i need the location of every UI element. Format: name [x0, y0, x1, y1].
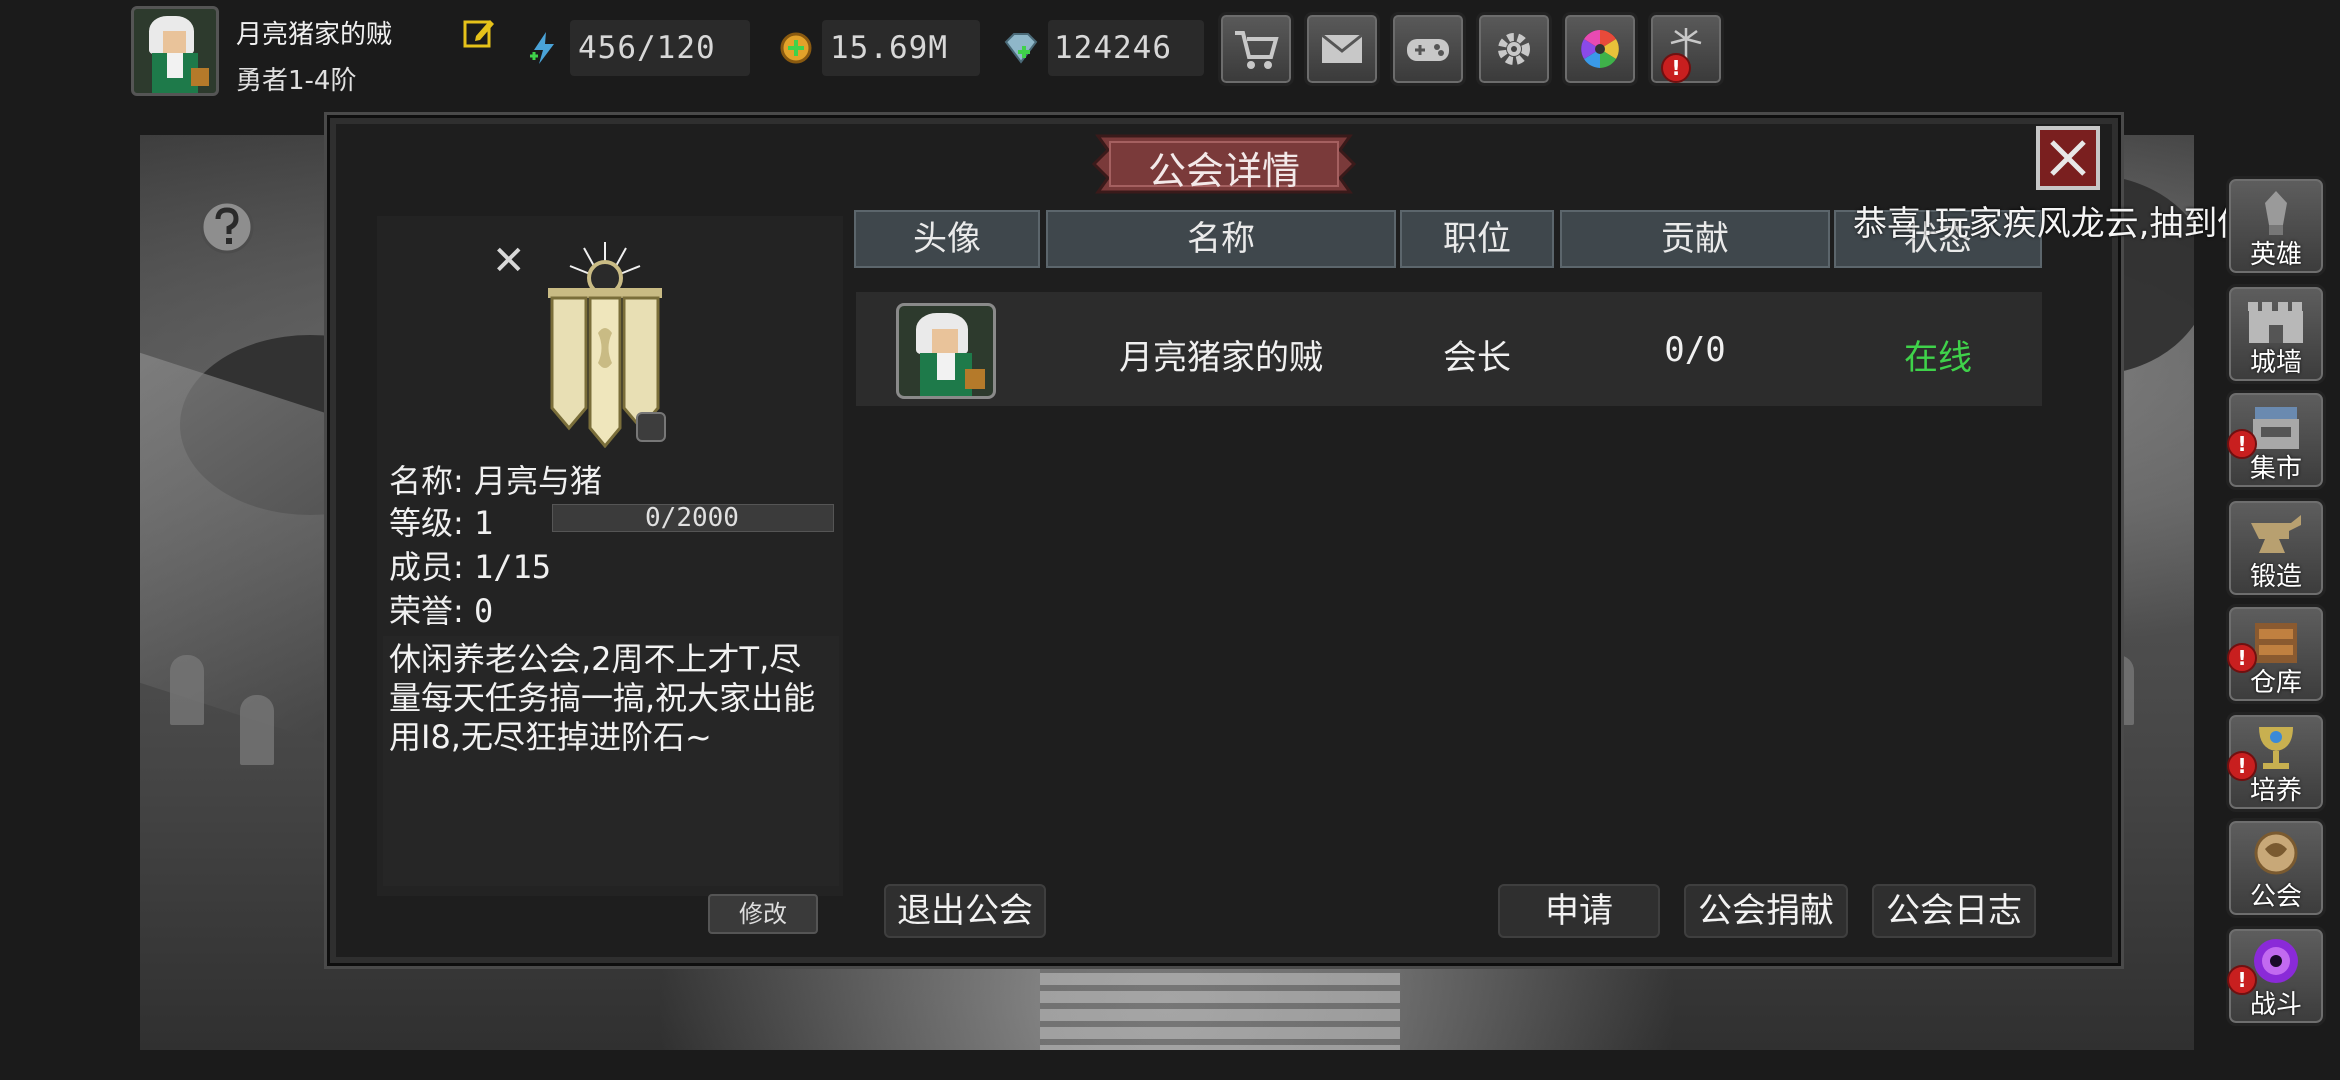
- dialog-title: 公会详情: [1147, 149, 1300, 193]
- color-wheel-button[interactable]: [1562, 12, 1638, 86]
- gem-icon[interactable]: [1002, 30, 1038, 66]
- guild-level-label: 等级:: [389, 504, 464, 542]
- guild-level: 1: [473, 504, 494, 542]
- guild-name: 月亮与猪: [473, 462, 602, 500]
- energy-icon: [530, 32, 554, 64]
- edit-icon[interactable]: [462, 16, 496, 50]
- guild-members: 1/15: [473, 548, 552, 586]
- top-bar: 月亮猪家的贼 勇者1-4阶 456/120 15.69M 124246 !: [0, 0, 2340, 120]
- column-header-name: 名称: [1046, 210, 1396, 268]
- anvil-icon: [2251, 515, 2301, 553]
- guild-level-row: 等级: 1: [389, 498, 493, 544]
- stairs-shape: [1040, 955, 1400, 1050]
- sidebar-item-cultivate[interactable]: ! 培养: [2226, 712, 2326, 812]
- guild-donate-button[interactable]: 公会捐献: [1684, 884, 1848, 938]
- member-name: 月亮猪家的贼: [1119, 338, 1323, 378]
- player-name: 月亮猪家的贼: [236, 20, 393, 50]
- mail-icon: [1321, 33, 1363, 63]
- sidebar-item-label: 城墙: [2249, 348, 2302, 378]
- hero-icon: [2265, 191, 2287, 235]
- column-header-contribution: 贡献: [1560, 210, 1830, 268]
- guild-honor: 0: [473, 592, 494, 630]
- sidebar-item-guild[interactable]: 公会: [2226, 818, 2326, 918]
- energy-value: 456/120: [578, 30, 716, 66]
- close-button[interactable]: [2036, 126, 2100, 190]
- emblem-badge-icon: [636, 412, 666, 442]
- gem-value: 124246: [1054, 30, 1172, 66]
- member-status: 在线: [1904, 338, 1972, 378]
- wall-icon: [2248, 302, 2303, 343]
- close-icon: [2050, 140, 2086, 176]
- settings-button[interactable]: [1476, 12, 1552, 86]
- gamepad-icon: [1407, 39, 1449, 61]
- mail-button[interactable]: [1304, 12, 1380, 86]
- sidebar-item-market[interactable]: ! 集市: [2226, 390, 2326, 490]
- guild-name-row: 名称: 月亮与猪: [389, 456, 602, 502]
- character-portrait: [899, 306, 993, 396]
- guild-members-label: 成员:: [389, 548, 464, 586]
- guild-icon: [2254, 831, 2298, 875]
- member-position: 会长: [1443, 338, 1511, 378]
- sidebar-item-label: 英雄: [2249, 240, 2302, 270]
- column-header-position: 职位: [1400, 210, 1554, 268]
- gold-coin-icon[interactable]: [778, 30, 814, 66]
- cart-icon: [1235, 31, 1279, 69]
- alert-badge-icon: !: [1661, 53, 1691, 83]
- character-portrait: [134, 9, 216, 93]
- guild-description: 休闲养老公会,2周不上才T,尽量每天任务搞一搞,祝大家出能用I8,无尽狂掉进阶石…: [389, 640, 816, 756]
- sidebar-item-label: 仓库: [2249, 668, 2302, 698]
- gamepad-button[interactable]: [1390, 12, 1466, 86]
- guild-log-button[interactable]: 公会日志: [1872, 884, 2036, 938]
- player-avatar[interactable]: [131, 6, 219, 96]
- player-rank: 勇者1-4阶: [236, 66, 357, 96]
- sidebar-item-label: 锻造: [2249, 562, 2302, 592]
- sidebar-item-forge[interactable]: 锻造: [2226, 498, 2326, 598]
- sidebar-item-label: 培养: [2249, 776, 2302, 806]
- sidebar-item-hero[interactable]: 英雄: [2226, 176, 2326, 276]
- guild-exp-text: 0/2000: [645, 503, 739, 533]
- sidebar-item-label: 战斗: [2249, 990, 2302, 1020]
- apply-button[interactable]: 申请: [1498, 884, 1660, 938]
- close-small-icon[interactable]: ✕: [492, 238, 526, 284]
- column-header-avatar: 头像: [854, 210, 1040, 268]
- gear-icon: [1498, 33, 1530, 65]
- help-icon[interactable]: [199, 199, 255, 255]
- guild-members-row: 成员: 1/15: [389, 542, 551, 588]
- gold-value: 15.69M: [830, 30, 948, 66]
- guild-honor-label: 荣誉:: [389, 592, 464, 630]
- sidebar-item-label: 公会: [2249, 882, 2302, 912]
- sidebar-item-label: 集市: [2249, 454, 2302, 484]
- sidebar-item-warehouse[interactable]: ! 仓库: [2226, 604, 2326, 704]
- shop-button[interactable]: [1218, 12, 1294, 86]
- member-avatar[interactable]: [896, 303, 996, 399]
- gravestone-shape: [240, 695, 274, 765]
- firework-button[interactable]: !: [1648, 12, 1724, 86]
- announcement-marquee: 恭喜!玩家疾风龙云,抽到传说: [1853, 204, 2286, 244]
- leave-guild-button[interactable]: 退出公会: [884, 884, 1046, 938]
- modify-button[interactable]: 修改: [708, 894, 818, 934]
- sidebar-item-battle[interactable]: ! 战斗: [2226, 926, 2326, 1026]
- guild-honor-row: 荣誉: 0: [389, 586, 493, 632]
- member-contribution: 0/0: [1664, 330, 1726, 370]
- sidebar-item-wall[interactable]: 城墙: [2226, 284, 2326, 384]
- guild-name-label: 名称:: [389, 462, 464, 500]
- color-wheel-icon: [1581, 30, 1619, 68]
- gravestone-shape: [170, 655, 204, 725]
